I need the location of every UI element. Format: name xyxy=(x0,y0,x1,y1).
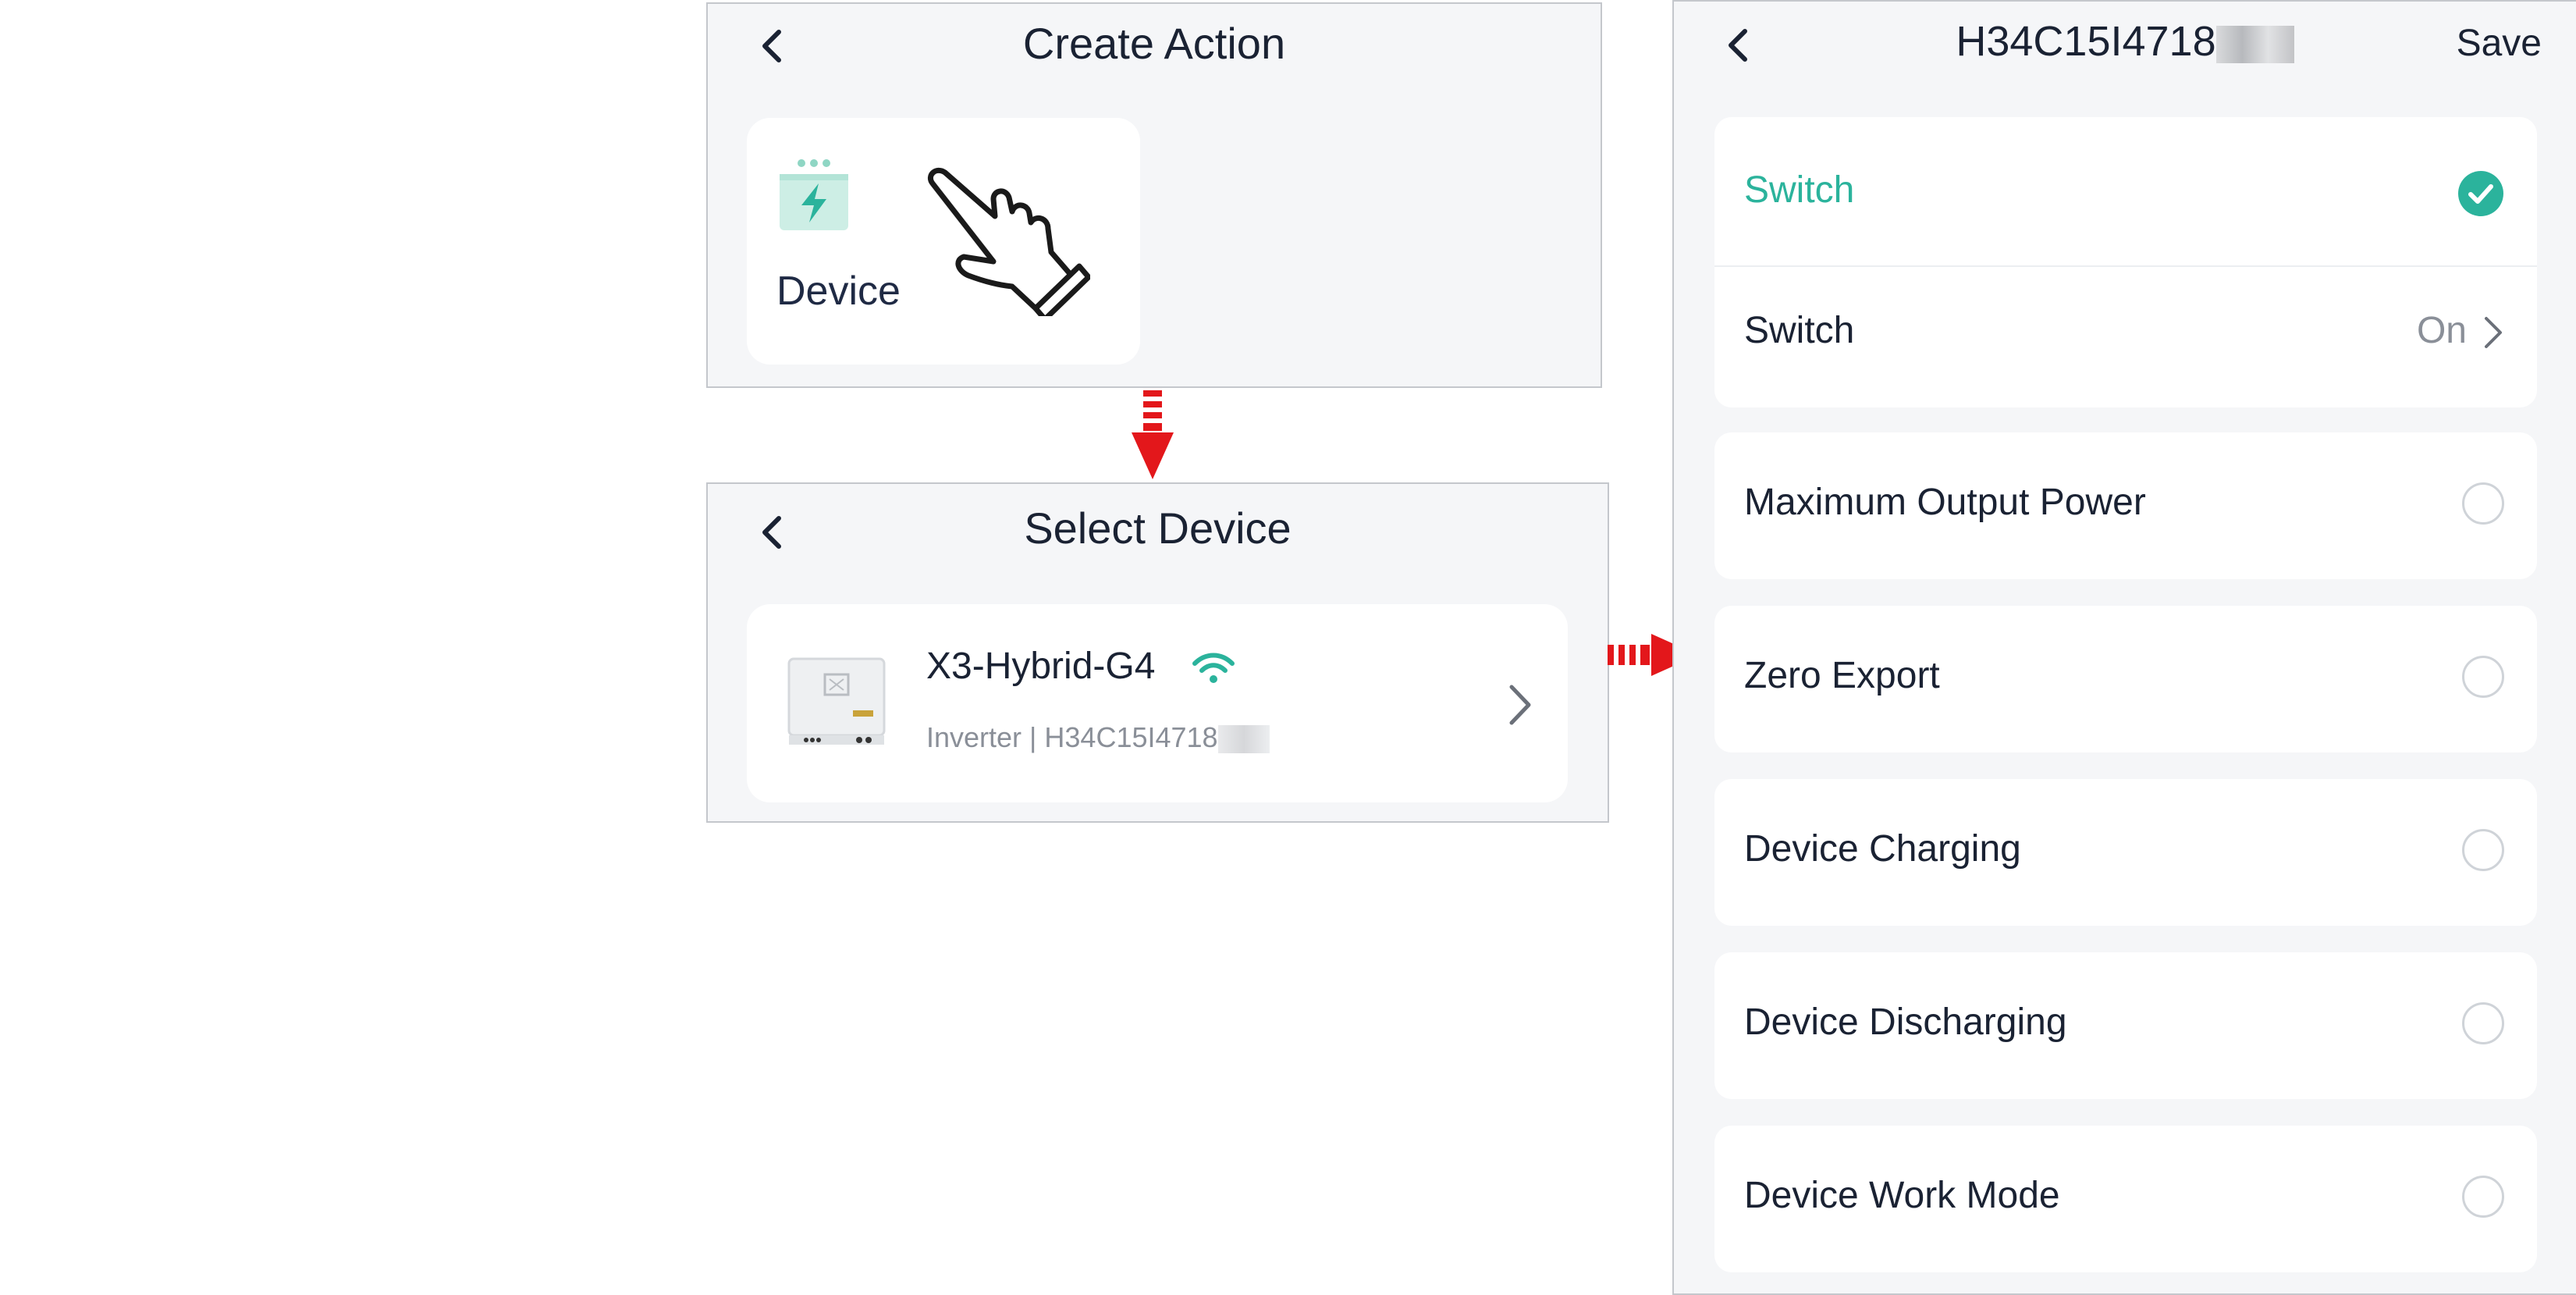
device-subtitle: Inverter | H34C15I4718 xyxy=(926,721,1270,754)
device-list-item[interactable]: X3-Hybrid-G4 Inverter | H34C15I4718 xyxy=(747,604,1568,802)
divider xyxy=(1714,265,2537,267)
option-label: Zero Export xyxy=(1744,655,1940,696)
radio-button[interactable] xyxy=(2462,656,2504,698)
option-device-work-mode[interactable]: Device Work Mode xyxy=(1714,1126,2537,1272)
device-name: X3-Hybrid-G4 xyxy=(926,646,1156,687)
redacted-serial xyxy=(2215,25,2294,63)
device-subtitle-text: Inverter | H34C15I4718 xyxy=(926,721,1218,753)
option-label: Device Work Mode xyxy=(1744,1175,2060,1216)
option-label: Switch xyxy=(1744,169,1855,211)
device-action-settings-screen: H34C15I4718 Save Switch Switch On Maximu… xyxy=(1672,0,2576,1295)
save-button[interactable]: Save xyxy=(2457,22,2542,65)
radio-button[interactable] xyxy=(2462,1176,2504,1218)
page-title: Select Device xyxy=(1024,503,1292,553)
switch-param-label: Switch xyxy=(1744,310,1855,351)
option-device-charging[interactable]: Device Charging xyxy=(1714,779,2537,926)
redacted-serial xyxy=(1217,725,1270,754)
device-energy-icon xyxy=(778,157,850,232)
inverter-thumbnail-icon xyxy=(786,656,887,748)
option-label: Device Charging xyxy=(1744,828,2021,870)
pointing-hand-icon xyxy=(918,160,1092,322)
option-maximum-output-power[interactable]: Maximum Output Power xyxy=(1714,432,2537,579)
chevron-right-icon[interactable] xyxy=(2482,315,2504,350)
create-action-screen: Create Action Device xyxy=(706,2,1602,388)
radio-button[interactable] xyxy=(2462,1002,2504,1044)
checked-circle-icon[interactable] xyxy=(2457,170,2504,217)
option-label: Maximum Output Power xyxy=(1744,482,2146,523)
switch-param-value[interactable]: On xyxy=(2417,309,2467,352)
radio-button[interactable] xyxy=(2462,482,2504,525)
select-device-screen: Select Device X3-Hybrid-G4 Inverter | H3… xyxy=(706,482,1609,823)
page-title: Create Action xyxy=(1022,19,1286,68)
chevron-right-icon xyxy=(1507,684,1533,726)
page-title: H34C15I4718 xyxy=(1674,17,2576,66)
serial-title-text: H34C15I4718 xyxy=(1956,18,2216,65)
wifi-icon xyxy=(1192,651,1235,685)
radio-button[interactable] xyxy=(2462,829,2504,871)
option-switch[interactable]: Switch Switch On xyxy=(1714,117,2537,407)
device-action-tile[interactable]: Device xyxy=(747,118,1140,365)
option-label: Device Discharging xyxy=(1744,1001,2067,1043)
flow-arrow-down-icon xyxy=(1132,389,1174,481)
device-tile-label: Device xyxy=(776,269,901,314)
option-zero-export[interactable]: Zero Export xyxy=(1714,606,2537,752)
option-device-discharging[interactable]: Device Discharging xyxy=(1714,952,2537,1099)
